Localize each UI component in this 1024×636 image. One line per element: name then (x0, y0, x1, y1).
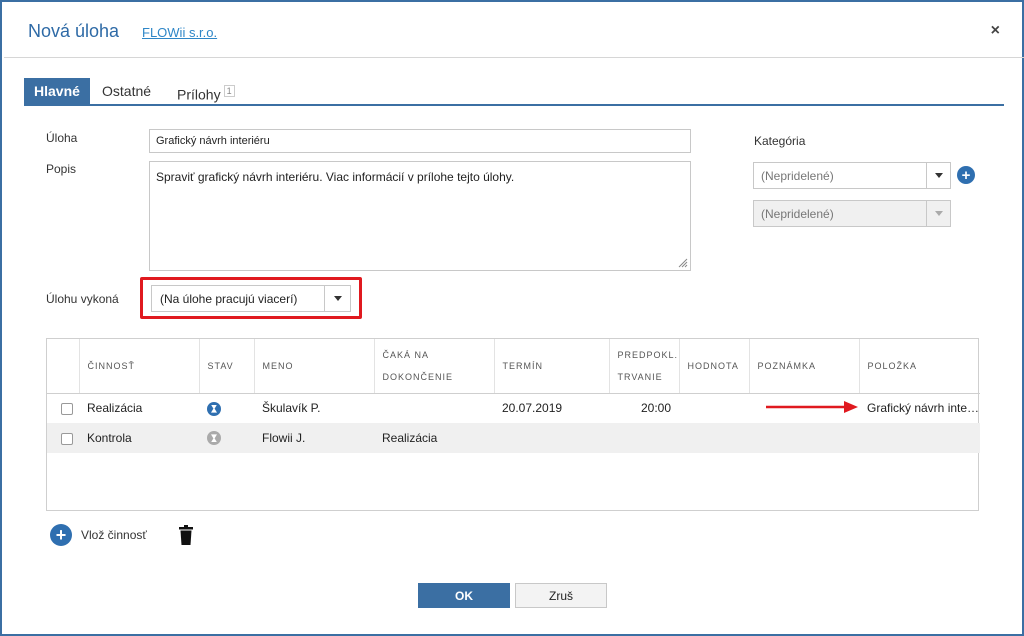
dialog-header: Nová úloha FLOWii s.r.o. × (4, 4, 1024, 58)
subcategory-select: (Nepridelené) (753, 200, 951, 227)
category-select[interactable]: (Nepridelené) (753, 162, 951, 189)
cell-waits: Realizácia (374, 423, 494, 453)
header-duration-line2: TRVANIE (617, 371, 663, 382)
header-name[interactable]: MENO (254, 339, 375, 394)
tab-attachments-label: Prílohy (177, 86, 221, 103)
trash-icon[interactable] (179, 525, 193, 545)
category-label: Kategória (754, 134, 806, 148)
cell-item: Grafický návrh interiéru (867, 401, 980, 416)
cell-duration (609, 423, 679, 453)
assignee-select[interactable]: (Na úlohe pracujú viacerí) (151, 285, 351, 312)
description-label: Popis (46, 162, 77, 176)
cell-term: 20.07.2019 (502, 401, 563, 416)
header-term[interactable]: TERMÍN (494, 339, 610, 394)
cell-value (679, 423, 749, 453)
description-textarea[interactable]: Spraviť grafický návrh interiéru. Viac i… (149, 161, 691, 271)
header-value[interactable]: HODNOTA (679, 339, 750, 394)
row-checkbox-cell[interactable] (47, 423, 79, 453)
cell-status (199, 423, 254, 453)
tab-bar: Hlavné Ostatné Prílohy 1 (24, 78, 1004, 106)
header-duration[interactable]: PREDPOKL. TRVANIE (609, 339, 680, 394)
cell-name: Škulavík P. (262, 401, 321, 416)
cell-note (749, 423, 859, 453)
cell-activity: Realizácia (87, 401, 143, 416)
table-row[interactable]: Kontrola Flowii J. Realizácia (47, 423, 980, 453)
resize-grip-icon[interactable] (678, 258, 688, 268)
cell-item (859, 423, 980, 453)
tab-other-label: Ostatné (102, 83, 152, 99)
description-value: Spraviť grafický návrh interiéru. Viac i… (156, 170, 515, 184)
cell-activity: Kontrola (79, 423, 199, 453)
header-check (47, 339, 80, 394)
chevron-down-icon[interactable] (926, 163, 950, 188)
cell-status (199, 393, 254, 423)
hourglass-icon (207, 431, 221, 446)
header-note[interactable]: POZNÁMKA (749, 339, 860, 394)
dialog-title: Nová úloha (28, 21, 120, 41)
header-activity[interactable]: ČINNOSŤ (79, 339, 200, 394)
add-activity-label: Vlož činnosť (81, 528, 147, 542)
header-waits-line1: ČAKÁ NA (382, 349, 430, 360)
header-waits-line2: DOKONČENIE (382, 371, 454, 382)
tab-other[interactable]: Ostatné (92, 78, 161, 104)
row-checkbox[interactable] (61, 432, 73, 445)
chevron-down-icon (926, 201, 950, 226)
tab-main-label: Hlavné (34, 83, 80, 99)
cell-value (679, 393, 749, 423)
tab-main[interactable]: Hlavné (24, 78, 90, 104)
plus-circle-icon: + (50, 524, 72, 546)
header-duration-line1: PREDPOKL. (617, 349, 679, 360)
company-link[interactable]: FLOWii s.r.o. (142, 25, 217, 40)
cancel-button[interactable]: Zruš (515, 583, 607, 608)
add-category-button[interactable]: + (957, 166, 975, 184)
table-header-row: ČINNOSŤ STAV MENO ČAKÁ NA DOKONČENIE TERM… (47, 339, 980, 394)
cell-name: Flowii J. (254, 423, 374, 453)
row-checkbox-cell[interactable] (47, 393, 79, 423)
cell-waits (374, 393, 494, 423)
chevron-down-icon[interactable] (324, 286, 350, 311)
subcategory-select-value: (Nepridelené) (761, 206, 834, 221)
assignee-label: Úlohu vykoná (46, 292, 119, 306)
close-icon[interactable]: × (991, 22, 1000, 40)
header-waits[interactable]: ČAKÁ NA DOKONČENIE (374, 339, 495, 394)
task-input-value: Grafický návrh interiéru (156, 135, 270, 147)
task-label: Úloha (46, 131, 78, 145)
header-item[interactable]: POLOŽKA (859, 339, 980, 394)
row-checkbox[interactable] (61, 403, 73, 416)
tab-attachments[interactable]: Prílohy 1 (167, 78, 245, 104)
cell-duration: 20:00 (640, 401, 671, 416)
add-activity-button[interactable]: + Vlož činnosť (50, 524, 147, 546)
annotation-arrow-icon (766, 401, 858, 413)
header-status[interactable]: STAV (199, 339, 255, 394)
assignee-select-value: (Na úlohe pracujú viacerí) (160, 291, 298, 306)
category-select-value: (Nepridelené) (761, 168, 834, 183)
activities-table: ČINNOSŤ STAV MENO ČAKÁ NA DOKONČENIE TERM… (46, 338, 980, 511)
task-input[interactable]: Grafický návrh interiéru (149, 129, 691, 153)
attachments-count-badge: 1 (223, 85, 235, 97)
hourglass-icon (207, 401, 221, 416)
ok-button[interactable]: OK (418, 583, 510, 608)
cell-term (494, 423, 609, 453)
